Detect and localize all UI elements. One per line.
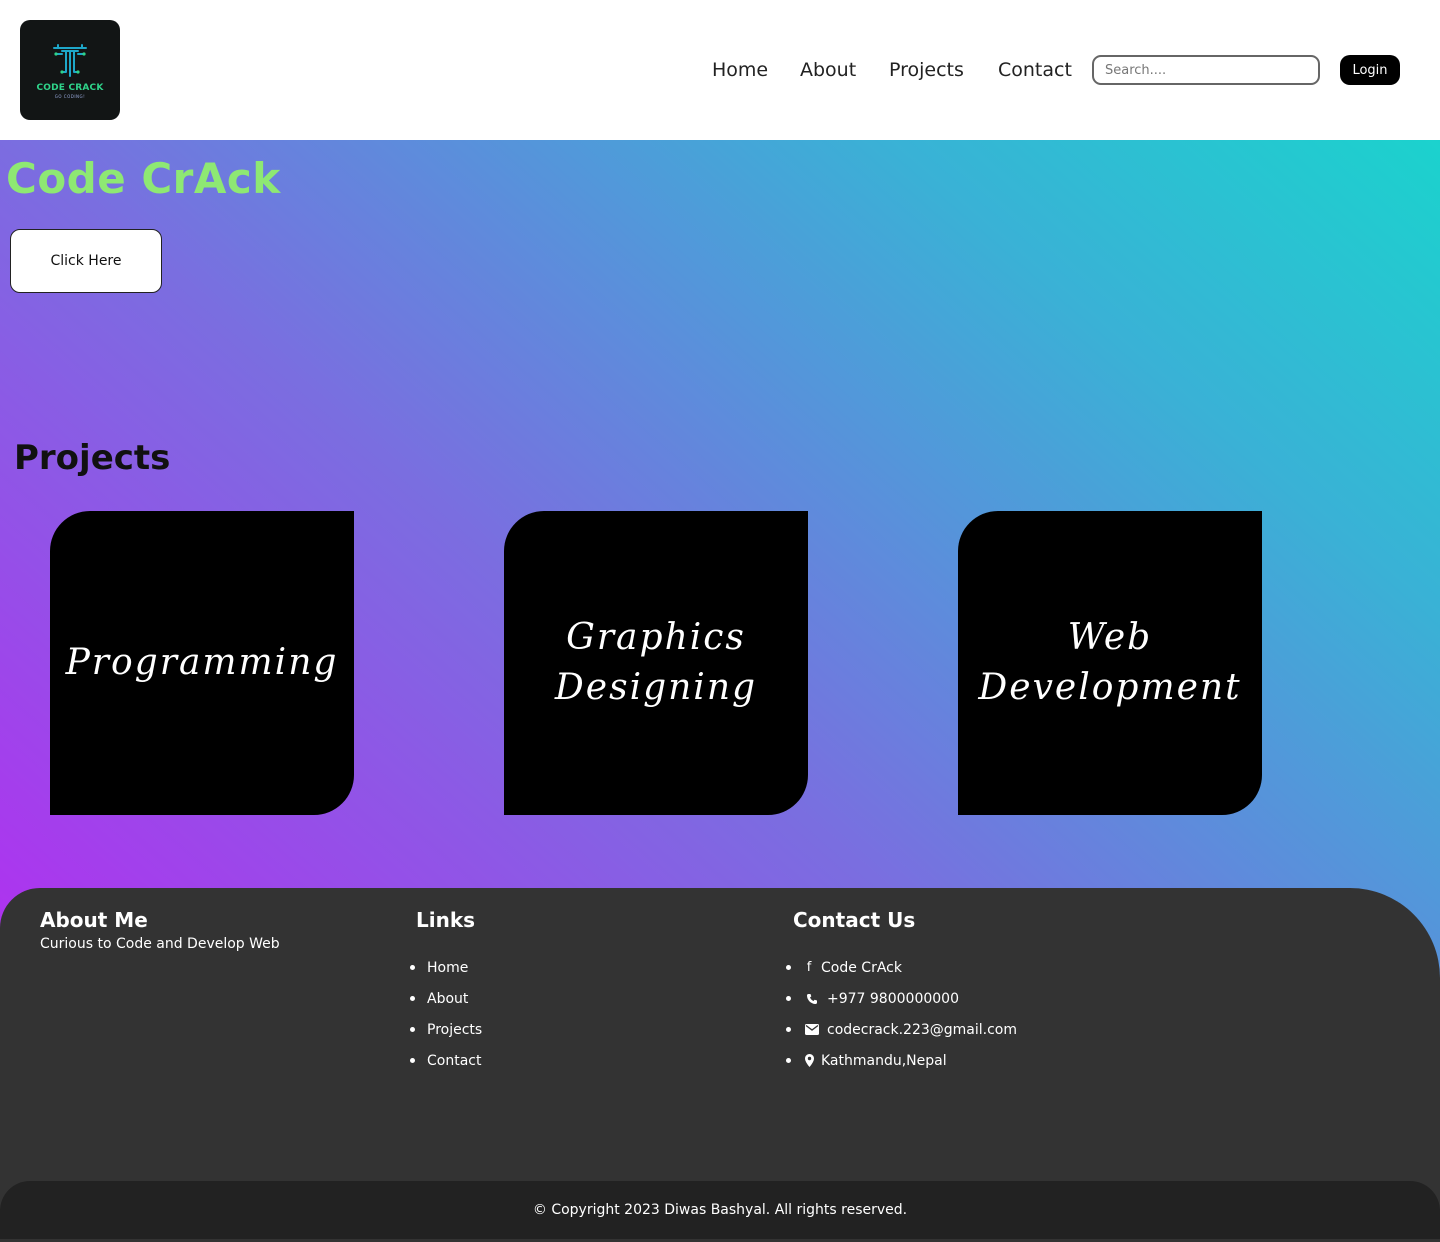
project-card-label: Programming xyxy=(65,642,339,683)
search-input[interactable] xyxy=(1092,55,1320,85)
facebook-icon: f xyxy=(806,960,812,975)
footer-about-title: About Me xyxy=(40,908,148,932)
nav-projects[interactable]: Projects xyxy=(889,56,964,84)
logo-tagline: GO CODING! xyxy=(54,93,86,99)
project-card-graphics-designing[interactable]: Graphics Designing xyxy=(504,511,808,815)
footer-links-title: Links xyxy=(416,908,476,932)
site-logo[interactable]: CODE CRACK GO CODING! xyxy=(20,20,120,120)
contact-location: Kathmandu,Nepal xyxy=(821,1052,947,1069)
footer-links-list: Home About Projects Contact xyxy=(409,952,482,1076)
hero-title: Code CrAck xyxy=(6,154,281,203)
login-button[interactable]: Login xyxy=(1340,55,1400,85)
contact-email: codecrack.223@gmail.com xyxy=(827,1021,1018,1038)
project-card-label: Web Development xyxy=(978,617,1242,708)
list-item[interactable]: +977 9800000000 xyxy=(785,983,1017,1014)
click-here-button[interactable]: Click Here xyxy=(10,229,162,293)
list-item[interactable]: codecrack.223@gmail.com xyxy=(785,1014,1018,1045)
nav-home[interactable]: Home xyxy=(712,56,768,84)
envelope-icon xyxy=(803,1024,821,1035)
projects-heading: Projects xyxy=(14,438,171,478)
code-crack-logo-icon xyxy=(53,43,87,77)
project-card-programming[interactable]: Programming xyxy=(50,511,354,815)
footer-contact-title: Contact Us xyxy=(793,908,916,932)
footer-link-home[interactable]: Home xyxy=(427,960,468,976)
list-item: Contact xyxy=(409,1045,482,1076)
nav-contact[interactable]: Contact xyxy=(998,56,1072,84)
list-item: Home xyxy=(409,952,482,983)
footer-contact-list: f Code CrAck +977 9800000000 codecrack.2… xyxy=(785,952,1018,1076)
list-item[interactable]: f Code CrAck xyxy=(785,952,1017,983)
footer-about-text: Curious to Code and Develop Web xyxy=(40,936,280,952)
contact-facebook: Code CrAck xyxy=(821,959,902,976)
project-card-web-development[interactable]: Web Development xyxy=(958,511,1262,815)
list-item: About xyxy=(409,983,482,1014)
site-header: CODE CRACK GO CODING! Home About Project… xyxy=(0,0,1440,140)
contact-phone: +977 9800000000 xyxy=(827,990,959,1007)
copyright-text: © Copyright 2023 Diwas Bashyal. All righ… xyxy=(532,1202,908,1218)
map-marker-icon xyxy=(803,1054,815,1067)
footer-link-projects[interactable]: Projects xyxy=(427,1022,482,1038)
logo-name: CODE CRACK xyxy=(36,82,104,93)
phone-icon xyxy=(803,993,821,1005)
project-card-label: Graphics Designing xyxy=(554,617,758,708)
list-item: Projects xyxy=(409,1014,482,1045)
footer-link-contact[interactable]: Contact xyxy=(427,1053,481,1069)
nav-about[interactable]: About xyxy=(800,56,856,84)
copyright-bar: © Copyright 2023 Diwas Bashyal. All righ… xyxy=(0,1181,1440,1239)
footer-link-about[interactable]: About xyxy=(427,991,468,1007)
list-item[interactable]: Kathmandu,Nepal xyxy=(785,1045,1017,1076)
